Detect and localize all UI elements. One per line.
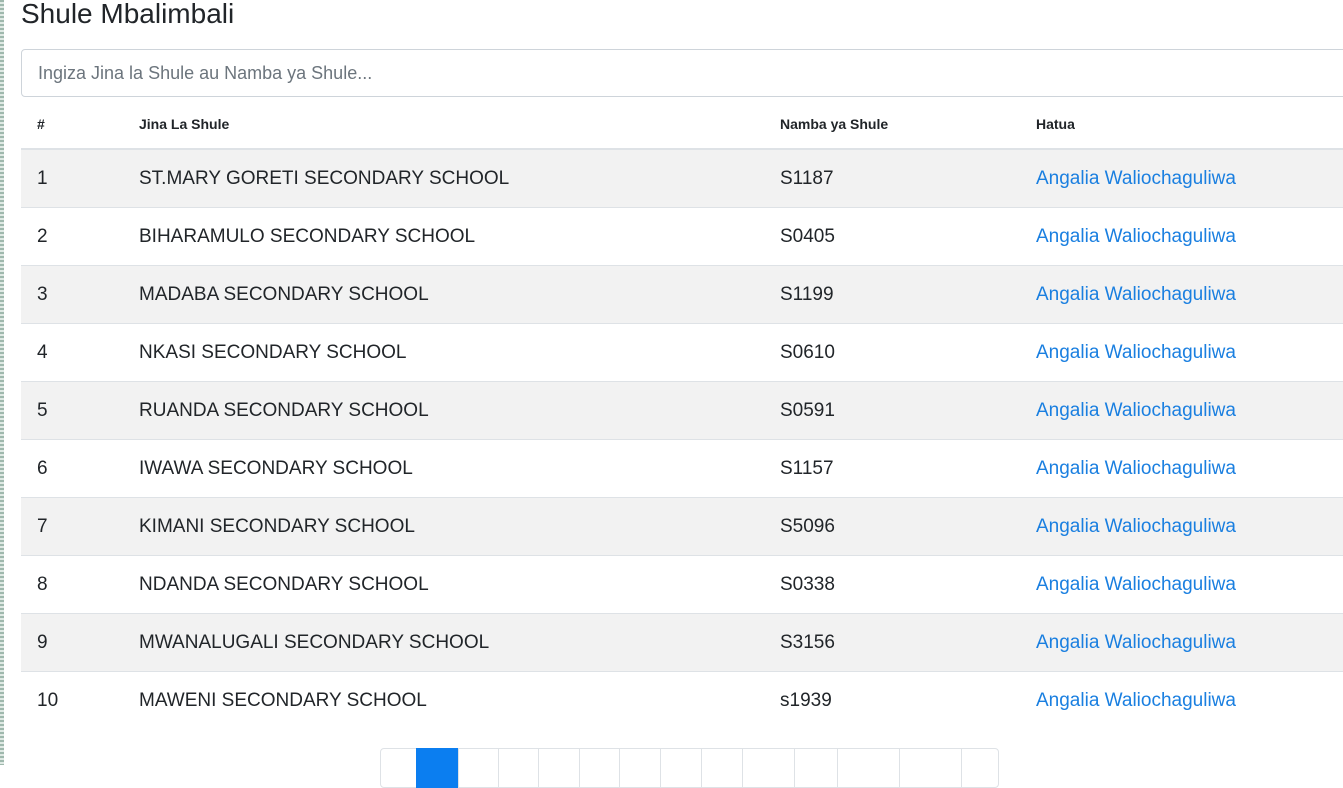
column-header-name: Jina La Shule [139,99,780,150]
view-selected-link[interactable]: Angalia Waliochaguliwa [1036,690,1236,711]
school-name: KIMANI SECONDARY SCHOOL [139,497,780,556]
view-selected-link[interactable]: Angalia Waliochaguliwa [1036,632,1236,653]
view-selected-link[interactable]: Angalia Waliochaguliwa [1036,342,1236,363]
page-button[interactable] [380,748,417,788]
row-number: 8 [21,555,139,614]
page-button[interactable] [742,748,795,788]
school-name: NKASI SECONDARY SCHOOL [139,323,780,382]
page-button[interactable] [619,748,661,788]
table-body: 1 ST.MARY GORETI SECONDARY SCHOOL S1187 … [21,148,1343,729]
page-button[interactable] [837,748,900,788]
page-title: Shule Mbalimbali [21,0,235,29]
action-cell: Angalia Waliochaguliwa [1036,148,1343,208]
action-cell: Angalia Waliochaguliwa [1036,671,1343,729]
school-name: MWANALUGALI SECONDARY SCHOOL [139,613,780,672]
schools-table: # Jina La Shule Namba ya Shule Hatua 1 S… [21,99,1343,729]
school-code: S1199 [780,265,1036,324]
view-selected-link[interactable]: Angalia Waliochaguliwa [1036,168,1236,189]
view-selected-link[interactable]: Angalia Waliochaguliwa [1036,400,1236,421]
view-selected-link[interactable]: Angalia Waliochaguliwa [1036,574,1236,595]
page-button[interactable] [579,748,620,788]
page-button[interactable] [458,748,499,788]
column-header-code: Namba ya Shule [780,99,1036,150]
table-row: 5 RUANDA SECONDARY SCHOOL S0591 Angalia … [21,381,1343,440]
search-input[interactable] [21,49,1343,97]
action-cell: Angalia Waliochaguliwa [1036,323,1343,382]
page-button[interactable] [498,748,539,788]
table-row: 1 ST.MARY GORETI SECONDARY SCHOOL S1187 … [21,148,1343,208]
table-row: 2 BIHARAMULO SECONDARY SCHOOL S0405 Anga… [21,207,1343,266]
page-button[interactable] [794,748,838,788]
school-name: MADABA SECONDARY SCHOOL [139,265,780,324]
row-number: 6 [21,439,139,498]
row-number: 3 [21,265,139,324]
page-button[interactable] [660,748,702,788]
row-number: 9 [21,613,139,672]
school-name: RUANDA SECONDARY SCHOOL [139,381,780,440]
school-name: IWAWA SECONDARY SCHOOL [139,439,780,498]
action-cell: Angalia Waliochaguliwa [1036,613,1343,672]
pagination [380,748,999,788]
page-button[interactable] [899,748,962,788]
table-row: 9 MWANALUGALI SECONDARY SCHOOL S3156 Ang… [21,613,1343,672]
school-code: S0338 [780,555,1036,614]
school-code: S0405 [780,207,1036,266]
window-edge [0,0,4,765]
row-number: 10 [21,671,139,729]
school-name: NDANDA SECONDARY SCHOOL [139,555,780,614]
view-selected-link[interactable]: Angalia Waliochaguliwa [1036,458,1236,479]
row-number: 5 [21,381,139,440]
row-number: 1 [21,148,139,208]
row-number: 2 [21,207,139,266]
row-number: 4 [21,323,139,382]
view-selected-link[interactable]: Angalia Waliochaguliwa [1036,516,1236,537]
action-cell: Angalia Waliochaguliwa [1036,439,1343,498]
school-code: s1939 [780,671,1036,729]
school-code: S1187 [780,148,1036,208]
table-row: 8 NDANDA SECONDARY SCHOOL S0338 Angalia … [21,555,1343,614]
school-name: ST.MARY GORETI SECONDARY SCHOOL [139,148,780,208]
row-number: 7 [21,497,139,556]
school-code: S0610 [780,323,1036,382]
school-name: BIHARAMULO SECONDARY SCHOOL [139,207,780,266]
school-code: S3156 [780,613,1036,672]
column-header-number: # [21,99,139,150]
view-selected-link[interactable]: Angalia Waliochaguliwa [1036,284,1236,305]
table-row: 10 MAWENI SECONDARY SCHOOL s1939 Angalia… [21,671,1343,729]
table-row: 4 NKASI SECONDARY SCHOOL S0610 Angalia W… [21,323,1343,382]
action-cell: Angalia Waliochaguliwa [1036,265,1343,324]
school-code: S1157 [780,439,1036,498]
table-row: 3 MADABA SECONDARY SCHOOL S1199 Angalia … [21,265,1343,324]
school-code: S5096 [780,497,1036,556]
action-cell: Angalia Waliochaguliwa [1036,207,1343,266]
action-cell: Angalia Waliochaguliwa [1036,381,1343,440]
table-row: 6 IWAWA SECONDARY SCHOOL S1157 Angalia W… [21,439,1343,498]
table-row: 7 KIMANI SECONDARY SCHOOL S5096 Angalia … [21,497,1343,556]
table-header-row: # Jina La Shule Namba ya Shule Hatua [21,99,1343,150]
action-cell: Angalia Waliochaguliwa [1036,555,1343,614]
page-button[interactable] [416,748,459,788]
column-header-action: Hatua [1036,99,1343,150]
page-button[interactable] [961,748,999,788]
page-button[interactable] [701,748,743,788]
page-button[interactable] [538,748,580,788]
school-name: MAWENI SECONDARY SCHOOL [139,671,780,729]
school-code: S0591 [780,381,1036,440]
view-selected-link[interactable]: Angalia Waliochaguliwa [1036,226,1236,247]
action-cell: Angalia Waliochaguliwa [1036,497,1343,556]
